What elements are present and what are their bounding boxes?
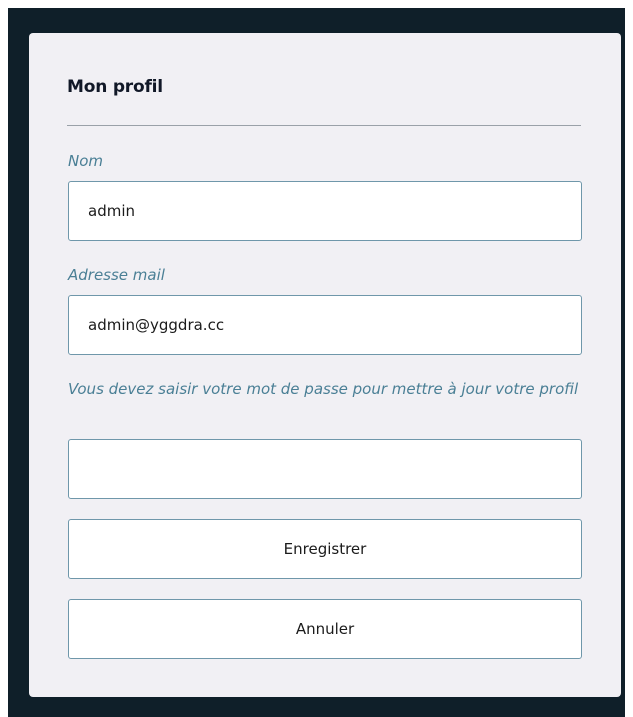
save-button[interactable]: Enregistrer <box>68 519 582 579</box>
name-label: Nom <box>68 152 104 170</box>
profile-card: Mon profil Nom Adresse mail Vous devez s… <box>29 33 621 697</box>
cancel-button[interactable]: Annuler <box>68 599 582 659</box>
page-title: Mon profil <box>67 77 163 97</box>
email-label: Adresse mail <box>68 266 165 284</box>
title-divider <box>67 125 581 126</box>
password-label: Vous devez saisir votre mot de passe pou… <box>68 380 579 398</box>
name-input[interactable] <box>68 181 582 241</box>
email-input[interactable] <box>68 295 582 355</box>
password-input[interactable] <box>68 439 582 499</box>
